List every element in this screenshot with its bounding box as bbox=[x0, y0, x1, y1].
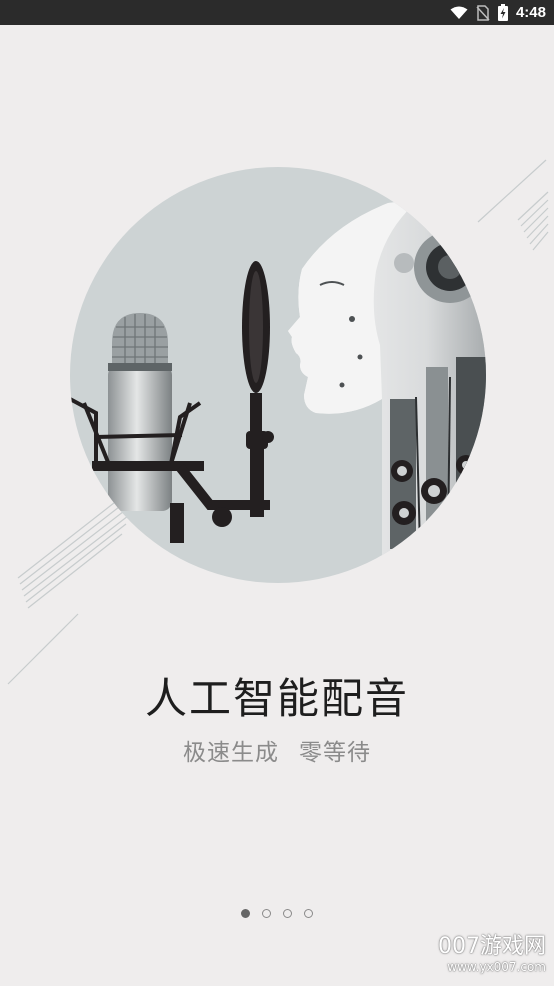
status-time: 4:48 bbox=[515, 4, 546, 21]
page-indicator bbox=[0, 909, 554, 918]
battery-charging-icon bbox=[497, 4, 508, 21]
onboarding-subtitle: 极速生成 零等待 bbox=[0, 733, 554, 767]
wifi-icon bbox=[450, 6, 468, 19]
watermark: 007游戏网 www.yx007.com bbox=[438, 934, 546, 974]
watermark-url: www.yx007.com bbox=[447, 960, 546, 974]
onboarding-title: 人工智能配音 bbox=[144, 674, 409, 723]
no-sim-icon bbox=[476, 4, 490, 21]
subtitle-part-no-wait: 零等待 bbox=[299, 740, 371, 766]
page-dot-1[interactable] bbox=[241, 909, 250, 918]
subtitle-part-speed: 极速生成 bbox=[183, 740, 279, 766]
page-dot-3[interactable] bbox=[283, 909, 292, 918]
status-icons: 4:48 bbox=[450, 0, 546, 25]
watermark-brand: 007游戏网 bbox=[438, 934, 546, 959]
page-dot-2[interactable] bbox=[262, 909, 271, 918]
page-dot-4[interactable] bbox=[304, 909, 313, 918]
hero-illustration bbox=[70, 167, 486, 583]
status-bar: 4:48 bbox=[0, 0, 554, 25]
